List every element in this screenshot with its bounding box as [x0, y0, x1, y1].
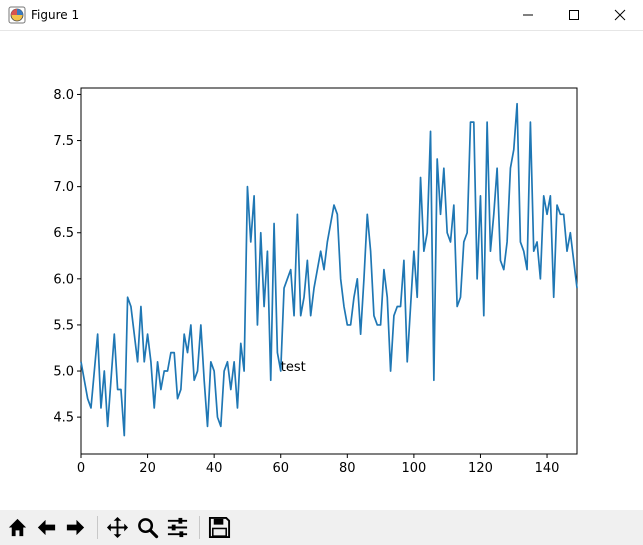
home-icon	[8, 518, 27, 537]
zoom-button[interactable]	[134, 514, 161, 541]
arrow-right-icon	[66, 519, 85, 536]
y-tick-label: 8.0	[53, 88, 74, 103]
x-tick-label: 140	[535, 461, 560, 476]
x-tick-label: 20	[139, 461, 156, 476]
move-icon	[106, 516, 129, 539]
minimize-icon	[523, 14, 533, 16]
figure-canvas[interactable]: 0 20 40 60 80 100 120 140 4.5 5.0 5.5 6.0 6.5 7.0 7.5…	[0, 31, 643, 509]
y-tick-label: 6.5	[53, 226, 74, 241]
x-tick-label: 120	[468, 461, 493, 476]
x-tick-label: 40	[206, 461, 223, 476]
home-button[interactable]	[4, 514, 31, 541]
y-tick-label: 6.0	[53, 272, 74, 287]
x-tick-label: 80	[339, 461, 356, 476]
y-tick-label: 5.0	[53, 365, 74, 380]
x-tick-label: 0	[77, 461, 85, 476]
magnifier-icon	[138, 518, 159, 539]
maximize-button[interactable]	[551, 0, 597, 30]
minimize-button[interactable]	[505, 0, 551, 30]
save-button[interactable]	[206, 514, 233, 541]
configure-subplots-button[interactable]	[164, 514, 191, 541]
window-titlebar: Figure 1	[0, 0, 643, 31]
y-axis-ticks: 4.5 5.0 5.5 6.0 6.5 7.0 7.5 8.0	[53, 88, 81, 426]
close-button[interactable]	[597, 0, 643, 30]
maximize-icon	[569, 10, 579, 20]
back-button[interactable]	[33, 514, 60, 541]
matplotlib-app-icon	[8, 6, 26, 24]
y-tick-label: 4.5	[53, 411, 74, 426]
toolbar-separator	[97, 516, 98, 539]
arrow-left-icon	[37, 519, 56, 536]
floppy-disk-icon	[208, 516, 231, 539]
navigation-toolbar	[0, 510, 643, 545]
y-tick-label: 5.5	[53, 318, 74, 333]
y-tick-label: 7.5	[53, 134, 74, 149]
pan-button[interactable]	[104, 514, 131, 541]
toolbar-separator	[199, 516, 200, 539]
y-tick-label: 7.0	[53, 180, 74, 195]
close-icon	[614, 9, 626, 21]
window-title: Figure 1	[31, 8, 80, 22]
x-axis-ticks: 0 20 40 60 80 100 120 140	[77, 454, 560, 476]
x-tick-label: 100	[401, 461, 426, 476]
sliders-icon	[167, 517, 188, 538]
annotation-text: test	[281, 360, 306, 375]
line-chart: 0 20 40 60 80 100 120 140 4.5 5.0 5.5 6.0 6.5 7.0 7.5…	[53, 87, 578, 476]
forward-button[interactable]	[62, 514, 89, 541]
x-tick-label: 60	[272, 461, 289, 476]
